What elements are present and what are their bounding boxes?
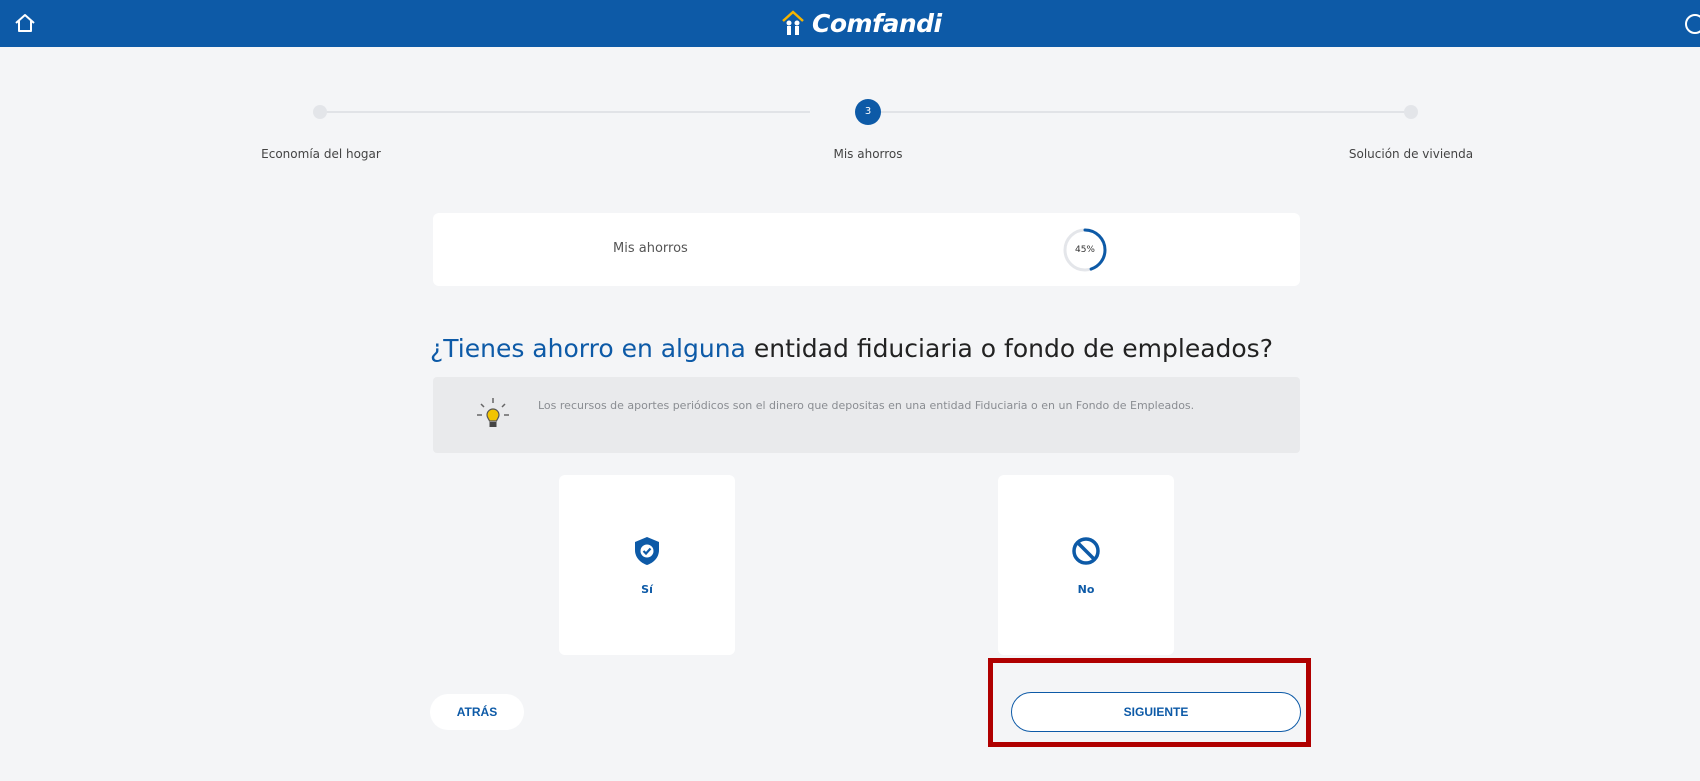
brand-logo: Comfandi [780, 6, 942, 40]
question-highlight: ¿Tienes ahorro en alguna [430, 334, 746, 363]
progress-ring: 45% [1061, 226, 1109, 274]
question-rest: entidad fiduciaria o fondo de empleados? [745, 334, 1273, 363]
progress-title: Mis ahorros [613, 241, 688, 256]
step-label-2: Mis ahorros [833, 147, 903, 161]
option-no-label: No [1077, 583, 1095, 596]
option-yes-card[interactable]: Sí [559, 475, 735, 655]
step-dot-3 [1404, 105, 1418, 119]
back-button[interactable]: ATRÁS [430, 694, 524, 730]
progress-percent: 45% [1074, 245, 1095, 255]
tip-box: Los recursos de aportes periódicos son e… [433, 377, 1300, 453]
tip-text: Los recursos de aportes periódicos son e… [538, 399, 1195, 412]
step-dot-1 [313, 105, 327, 119]
step-label-1: Economía del hogar [261, 147, 381, 161]
progress-card: Mis ahorros 45% [433, 213, 1300, 286]
step-dot-2: 3 [855, 99, 881, 125]
question-heading: ¿Tienes ahorro en alguna entidad fiducia… [430, 334, 1273, 363]
stepper-line-left [320, 111, 810, 113]
home-icon[interactable] [14, 13, 36, 33]
top-bar: Comfandi [0, 0, 1700, 47]
brand-name: Comfandi [812, 8, 942, 38]
next-button[interactable]: SIGUIENTE [1011, 692, 1301, 732]
lightbulb-icon [477, 398, 509, 427]
option-yes-label: Sí [641, 583, 653, 596]
logout-icon[interactable] [1683, 12, 1700, 36]
step-label-3: Solución de vivienda [1348, 147, 1474, 161]
shield-check-icon [635, 537, 659, 565]
forbidden-icon [1072, 537, 1100, 565]
option-no-card[interactable]: No [998, 475, 1174, 655]
family-house-icon [782, 10, 804, 35]
stepper-line-right [878, 111, 1408, 113]
